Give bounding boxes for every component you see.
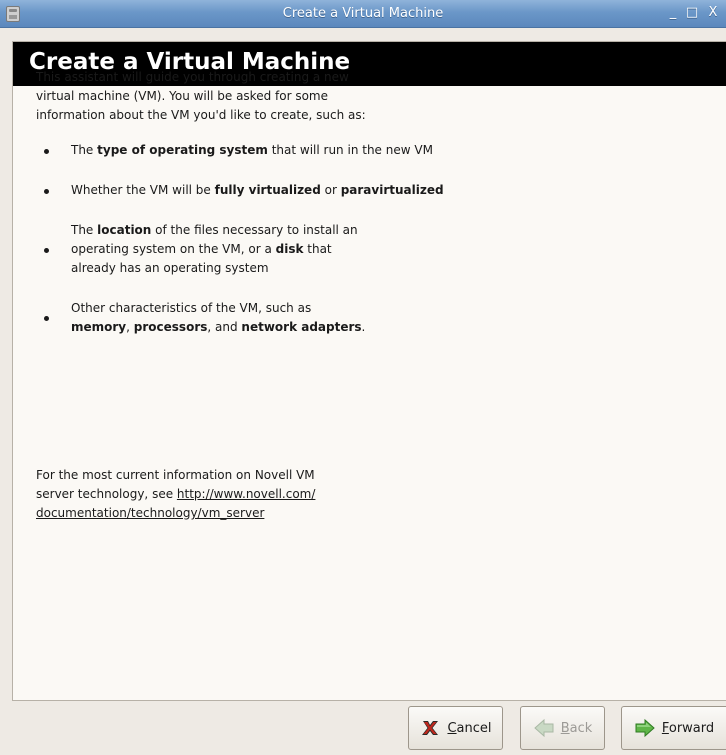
bold-text: memory	[71, 320, 127, 334]
text-run: Other characteristics of the VM, such as	[71, 301, 312, 315]
close-icon[interactable]: X	[705, 5, 721, 21]
forward-label: orward	[668, 720, 715, 736]
bold-text: network adapters	[241, 320, 362, 334]
forward-mnemonic: F	[661, 720, 669, 736]
text-run: ,	[126, 320, 134, 334]
intro-line: This assistant will guide you through cr…	[36, 70, 349, 84]
cancel-x-icon	[422, 721, 439, 735]
text-run: The	[71, 143, 98, 157]
info-line: server technology, see	[36, 487, 177, 501]
text-run: , and	[207, 320, 242, 334]
intro-text: This assistant will guide you through cr…	[36, 68, 516, 125]
bullet-icon	[44, 148, 49, 154]
info-text: For the most current information on Nove…	[36, 466, 315, 523]
forward-button[interactable]: Forward	[621, 706, 726, 750]
list-item: The type of operating system that will r…	[36, 141, 516, 160]
bold-text: location	[97, 223, 152, 237]
forward-arrow-icon	[635, 718, 655, 738]
back-button[interactable]: Back	[520, 706, 605, 750]
bold-text: paravirtualized	[340, 183, 444, 197]
list-item: The location of the files necessary to i…	[36, 221, 516, 278]
cancel-mnemonic: C	[447, 720, 457, 736]
back-label: ack	[569, 720, 593, 736]
bold-text: type of operating system	[97, 143, 268, 157]
cancel-label: ancel	[456, 720, 492, 736]
list-item: Other characteristics of the VM, such as…	[36, 299, 516, 337]
documentation-link[interactable]: http://www.novell.com/	[177, 487, 316, 501]
wizard-content: This assistant will guide you through cr…	[36, 68, 516, 358]
maximize-icon[interactable]: □	[684, 5, 700, 21]
minimize-icon[interactable]: _	[665, 5, 681, 21]
text-run: of the files necessary to install an	[151, 223, 358, 237]
back-arrow-icon	[533, 718, 554, 738]
bullet-icon	[44, 316, 49, 321]
window-title: Create a Virtual Machine	[282, 6, 444, 21]
text-run: .	[361, 320, 366, 334]
text-run: operating system on the VM, or a	[71, 242, 276, 256]
intro-line: information about the VM you'd like to c…	[36, 108, 366, 122]
intro-line: virtual machine (VM). You will be asked …	[36, 89, 328, 103]
cancel-button[interactable]: Cancel	[408, 706, 503, 750]
text-run: that will run in the new VM	[267, 143, 433, 157]
text-run: Whether the VM will be	[71, 183, 215, 197]
bullet-icon	[44, 247, 49, 253]
bold-text: processors	[133, 320, 208, 334]
text-run: already has an operating system	[71, 261, 269, 275]
back-mnemonic: B	[560, 720, 570, 736]
bullet-icon	[44, 188, 49, 194]
text-run: that	[303, 242, 332, 256]
feature-list: The type of operating system that will r…	[36, 141, 516, 337]
bold-text: disk	[275, 242, 304, 256]
text-run: or	[320, 183, 341, 197]
text-run: The	[71, 223, 98, 237]
bold-text: fully virtualized	[214, 183, 321, 197]
window-titlebar[interactable]: Create a Virtual Machine _ □ X	[0, 0, 726, 28]
info-line: For the most current information on Nove…	[36, 468, 315, 482]
documentation-link[interactable]: documentation/technology/vm_server	[36, 506, 264, 520]
list-item: Whether the VM will be fully virtualized…	[36, 181, 516, 200]
